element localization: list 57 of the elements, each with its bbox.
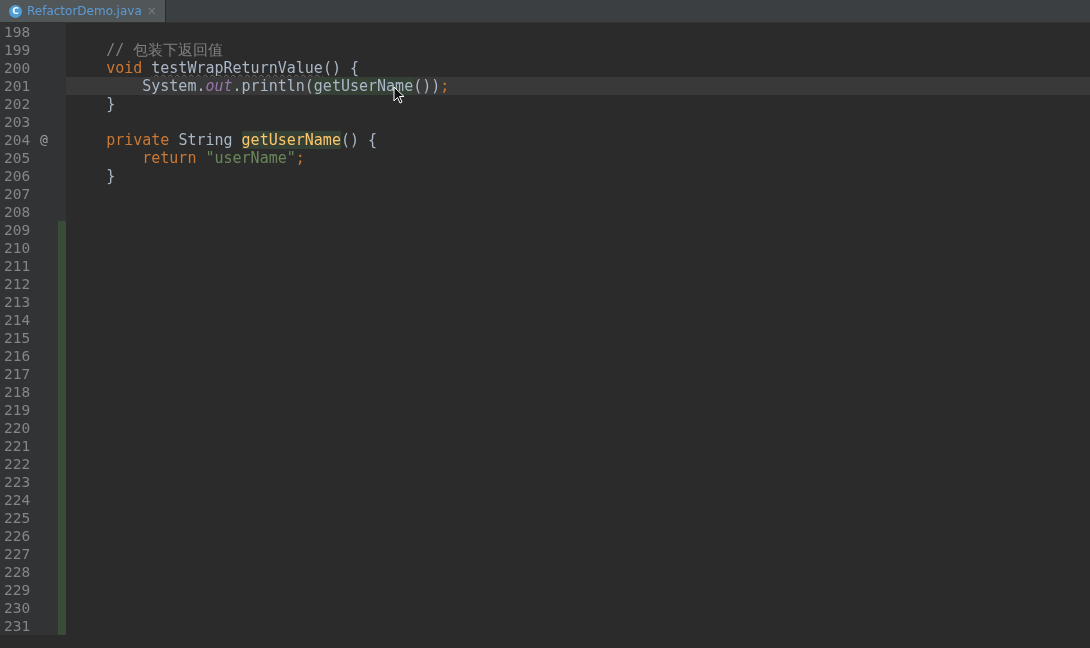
- line-number: 226: [3, 527, 32, 545]
- gutter-mark[interactable]: @: [40, 131, 48, 149]
- line-number: 213: [3, 293, 32, 311]
- close-icon[interactable]: ×: [146, 4, 157, 18]
- line-number: 211: [3, 257, 32, 275]
- line-number: 225: [3, 509, 32, 527]
- code-text: ()): [413, 77, 441, 95]
- line-number: 205: [3, 149, 32, 167]
- line-number: 217: [3, 365, 32, 383]
- line-number: 228: [3, 563, 32, 581]
- code-text: }: [106, 95, 116, 113]
- line-number: 214: [3, 311, 32, 329]
- method-call: getUserName: [313, 77, 414, 95]
- line-number: 220: [3, 419, 32, 437]
- line-number: 198: [3, 23, 32, 41]
- method-name: testWrapReturnValue: [151, 59, 323, 77]
- line-number: 230: [3, 599, 32, 617]
- file-tab[interactable]: C RefactorDemo.java ×: [0, 0, 166, 22]
- line-number: 202: [3, 95, 32, 113]
- line-number: 224: [3, 491, 32, 509]
- code-text: }: [106, 167, 116, 185]
- line-number: 216: [3, 347, 32, 365]
- line-number: 218: [3, 383, 32, 401]
- code-text: .println(: [232, 77, 314, 95]
- line-number: 229: [3, 581, 32, 599]
- keyword-text: return: [142, 149, 197, 167]
- line-number: 222: [3, 455, 32, 473]
- line-number: 208: [3, 203, 32, 221]
- code-text: System.: [142, 77, 206, 95]
- line-number: 199: [3, 41, 32, 59]
- line-number: 221: [3, 437, 32, 455]
- code-comment: // 包装下返回值: [106, 41, 224, 59]
- line-number: 201: [3, 77, 32, 95]
- line-number: 210: [3, 239, 32, 257]
- string-literal: "userName": [205, 149, 296, 167]
- line-number: 206: [3, 167, 32, 185]
- line-number: 200: [3, 59, 32, 77]
- code-text: () {: [340, 131, 378, 149]
- code-text: () {: [322, 59, 359, 77]
- line-number: 215: [3, 329, 32, 347]
- line-number: 204: [3, 131, 32, 149]
- keyword-text: ;: [295, 149, 305, 167]
- line-number: 203: [3, 113, 32, 131]
- class-icon: C: [9, 4, 22, 18]
- line-number: 207: [3, 185, 32, 203]
- line-number: 227: [3, 545, 32, 563]
- line-number: 231: [3, 617, 32, 635]
- field-name: out: [205, 77, 233, 95]
- keyword-text: private: [106, 131, 170, 149]
- line-number: 212: [3, 275, 32, 293]
- code-text: String: [178, 131, 234, 149]
- line-number: 223: [3, 473, 32, 491]
- line-number: 219: [3, 401, 32, 419]
- method-name: getUserName: [241, 131, 341, 149]
- line-number: 209: [3, 221, 32, 239]
- keyword-text: void: [106, 59, 143, 77]
- keyword-text: ;: [440, 77, 450, 95]
